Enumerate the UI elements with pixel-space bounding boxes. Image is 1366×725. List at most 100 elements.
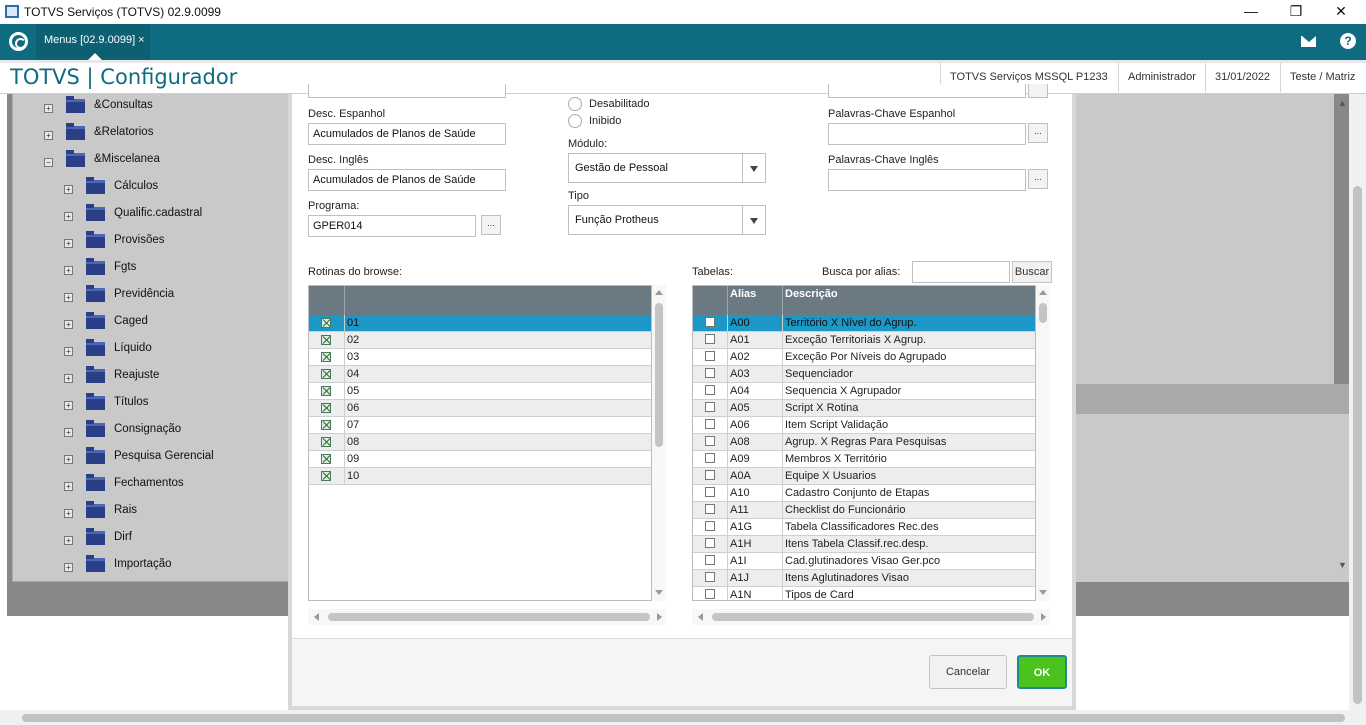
rotinas-row[interactable]: 04 — [309, 366, 651, 383]
expand-icon[interactable]: + — [64, 185, 73, 194]
scroll-thumb[interactable] — [22, 714, 1345, 722]
row-checkbox[interactable] — [705, 538, 715, 548]
cancel-button[interactable]: Cancelar — [929, 655, 1007, 689]
kw-espanhol-lookup-button[interactable]: ... — [1028, 123, 1048, 143]
palavras-chave-portugues-dots[interactable] — [1028, 84, 1048, 98]
tabelas-row[interactable]: A09 Membros X Território — [693, 451, 1035, 468]
expand-icon[interactable]: + — [64, 266, 73, 275]
kw-ingles-input[interactable] — [828, 169, 1026, 191]
row-checkbox[interactable] — [705, 317, 715, 327]
tabelas-row[interactable]: A11 Checklist do Funcionário — [693, 502, 1035, 519]
rotinas-row[interactable]: 05 — [309, 383, 651, 400]
tabelas-row[interactable]: A04 Sequencia X Agrupador — [693, 383, 1035, 400]
chevron-down-icon[interactable] — [742, 154, 765, 182]
close-window-button[interactable]: ✕ — [1318, 0, 1364, 24]
scroll-thumb[interactable] — [655, 303, 663, 447]
radio-desabilitado[interactable] — [568, 97, 582, 111]
tabelas-row[interactable]: A1H Itens Tabela Classif.rec.desp. — [693, 536, 1035, 553]
desc-espanhol-input[interactable]: Acumulados de Planos de Saúde — [308, 123, 506, 145]
tabelas-row[interactable]: A1N Tipos de Card — [693, 587, 1035, 600]
tabelas-hscrollbar[interactable] — [692, 609, 1050, 625]
minimize-button[interactable]: — — [1228, 0, 1274, 24]
expand-icon[interactable]: + — [64, 563, 73, 572]
row-checkbox[interactable] — [705, 504, 715, 514]
tabelas-row[interactable]: A1J Itens Aglutinadores Visao — [693, 570, 1035, 587]
tabelas-row[interactable]: A08 Agrup. X Regras Para Pesquisas — [693, 434, 1035, 451]
row-checkbox[interactable] — [321, 437, 331, 447]
rotinas-vscrollbar[interactable] — [652, 285, 666, 601]
tipo-select[interactable]: Função Protheus — [568, 205, 766, 235]
row-checkbox[interactable] — [705, 487, 715, 497]
row-checkbox[interactable] — [321, 420, 331, 430]
main-vscrollbar[interactable] — [1349, 94, 1366, 710]
scroll-right-icon[interactable] — [1041, 613, 1046, 621]
expand-icon[interactable]: + — [64, 401, 73, 410]
rotinas-row[interactable]: 10 — [309, 468, 651, 485]
row-checkbox[interactable] — [321, 454, 331, 464]
row-checkbox[interactable] — [321, 386, 331, 396]
rotinas-row[interactable]: 08 — [309, 434, 651, 451]
ok-button[interactable]: OK — [1017, 655, 1067, 689]
totvs-logo-icon[interactable] — [9, 32, 28, 51]
expand-icon[interactable]: + — [64, 212, 73, 221]
restore-button[interactable]: ❐ — [1273, 0, 1319, 24]
scroll-thumb[interactable] — [1353, 186, 1362, 704]
tab-close-icon[interactable]: × — [138, 34, 144, 46]
expand-icon[interactable]: + — [64, 239, 73, 248]
expand-icon[interactable]: + — [64, 482, 73, 491]
row-checkbox[interactable] — [705, 334, 715, 344]
row-checkbox[interactable] — [705, 368, 715, 378]
rotinas-hscrollbar[interactable] — [308, 609, 666, 625]
row-checkbox[interactable] — [321, 471, 331, 481]
programa-lookup-button[interactable]: ... — [481, 215, 501, 235]
scroll-left-icon[interactable] — [698, 613, 703, 621]
tabelas-row[interactable]: A1G Tabela Classificadores Rec.des — [693, 519, 1035, 536]
expand-icon[interactable]: + — [64, 347, 73, 356]
rotinas-row[interactable]: 09 — [309, 451, 651, 468]
scroll-left-icon[interactable] — [314, 613, 319, 621]
scroll-down-icon[interactable] — [655, 590, 663, 595]
row-checkbox[interactable] — [705, 436, 715, 446]
rotinas-row[interactable]: 06 — [309, 400, 651, 417]
expand-icon[interactable]: + — [64, 293, 73, 302]
row-checkbox[interactable] — [705, 521, 715, 531]
row-checkbox[interactable] — [321, 369, 331, 379]
tab-menus[interactable]: Menus [02.9.0099] × — [36, 24, 150, 60]
row-checkbox[interactable] — [705, 589, 715, 599]
buscar-button[interactable]: Buscar — [1012, 261, 1052, 283]
expand-icon[interactable]: + — [64, 509, 73, 518]
help-icon[interactable]: ? — [1340, 33, 1356, 49]
rotinas-row[interactable]: 03 — [309, 349, 651, 366]
expand-icon[interactable]: + — [64, 320, 73, 329]
scroll-right-icon[interactable] — [657, 613, 662, 621]
row-checkbox[interactable] — [321, 335, 331, 345]
rotinas-row[interactable]: 07 — [309, 417, 651, 434]
scroll-up-icon[interactable] — [655, 290, 663, 295]
row-checkbox[interactable] — [705, 419, 715, 429]
tabelas-row[interactable]: A06 Item Script Validação — [693, 417, 1035, 434]
radio-inibido[interactable] — [568, 114, 582, 128]
tabelas-row[interactable]: A05 Script X Rotina — [693, 400, 1035, 417]
palavras-chave-portugues-input[interactable] — [828, 84, 1026, 98]
tabelas-row[interactable]: A02 Exceção Por Níveis do Agrupado — [693, 349, 1035, 366]
tabelas-row[interactable]: A0A Equipe X Usuarios — [693, 468, 1035, 485]
collapse-icon[interactable]: − — [44, 158, 53, 167]
row-checkbox[interactable] — [705, 351, 715, 361]
row-checkbox[interactable] — [321, 403, 331, 413]
rotinas-row[interactable]: 02 — [309, 332, 651, 349]
tabelas-row[interactable]: A03 Sequenciador — [693, 366, 1035, 383]
row-checkbox[interactable] — [705, 572, 715, 582]
programa-input[interactable]: GPER014 — [308, 215, 476, 237]
row-checkbox[interactable] — [705, 402, 715, 412]
tabelas-row[interactable]: A00 Território X Nível do Agrup. — [693, 315, 1035, 332]
tabelas-row[interactable]: A10 Cadastro Conjunto de Etapas — [693, 485, 1035, 502]
tabelas-row[interactable]: A1I Cad.glutinadores Visao Ger.pco — [693, 553, 1035, 570]
row-checkbox[interactable] — [321, 318, 331, 328]
scroll-up-icon[interactable] — [1039, 290, 1047, 295]
chevron-down-icon[interactable] — [742, 206, 765, 234]
scroll-thumb[interactable] — [1039, 303, 1047, 323]
scroll-thumb[interactable] — [328, 613, 650, 621]
scroll-down-icon[interactable] — [1039, 590, 1047, 595]
rotinas-row[interactable]: 01 — [309, 315, 651, 332]
kw-ingles-lookup-button[interactable]: ... — [1028, 169, 1048, 189]
